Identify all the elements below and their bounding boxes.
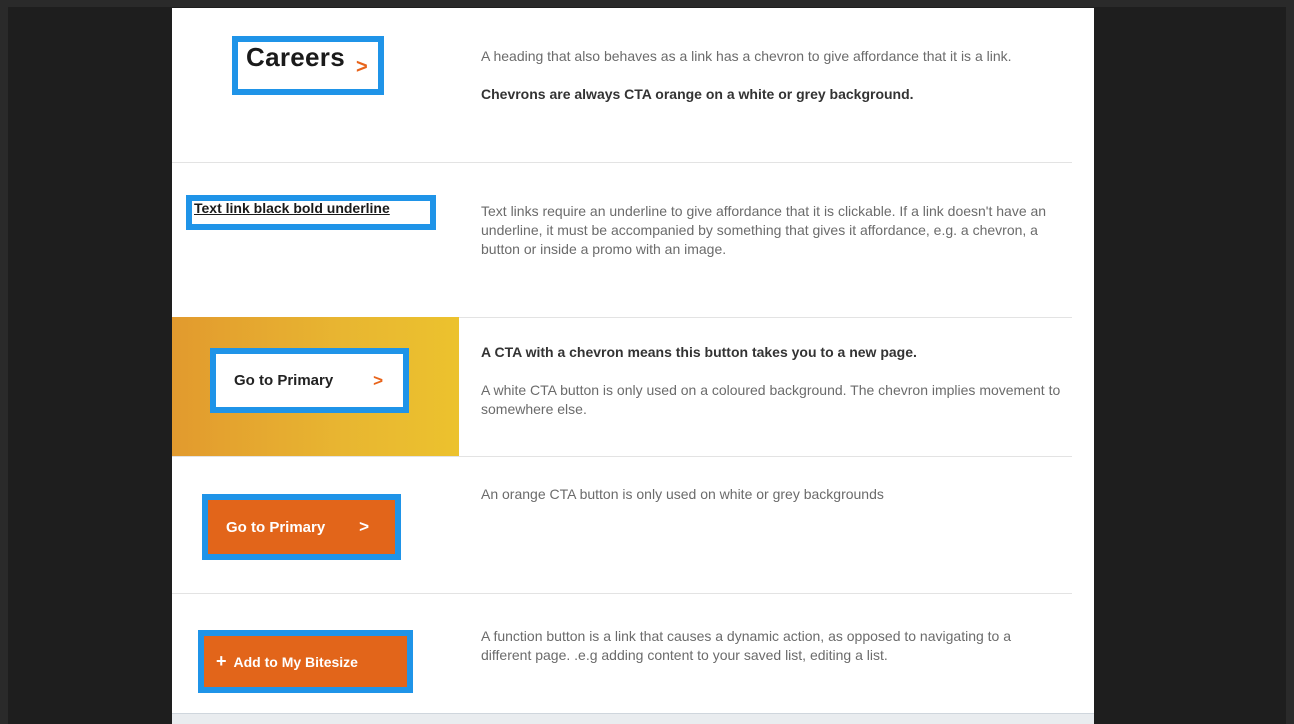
highlight-box-function-button: + Add to My Bitesize <box>198 630 413 693</box>
row-heading-link: Careers > A heading that also behaves as… <box>172 8 1072 163</box>
careers-heading-link[interactable]: Careers <box>246 42 345 73</box>
highlight-box-careers: Careers > <box>232 36 384 95</box>
go-to-primary-orange-button[interactable]: Go to Primary > <box>208 500 395 554</box>
row-function-button-example: + Add to My Bitesize <box>172 593 459 714</box>
row-orange-cta-text: An orange CTA button is only used on whi… <box>481 485 1061 504</box>
heading-link-description: A heading that also behaves as a link ha… <box>481 48 1012 64</box>
text-link-description: Text links require an underline to give … <box>481 203 1047 257</box>
chevron-right-icon: > <box>373 370 383 390</box>
row-function-button: + Add to My Bitesize A function button i… <box>172 593 1072 714</box>
highlight-box-orange-cta: Go to Primary > <box>202 494 401 560</box>
white-cta-description: A white CTA button is only used on a col… <box>481 382 1061 417</box>
orange-cta-description: An orange CTA button is only used on whi… <box>481 486 884 502</box>
row-orange-cta-example: Go to Primary > <box>172 456 459 593</box>
function-button-description: A function button is a link that causes … <box>481 628 1012 663</box>
gradient-background: Go to Primary > <box>172 317 459 456</box>
row-white-cta-text: A CTA with a chevron means this button t… <box>481 343 1061 419</box>
row-text-link: Text link black bold underline Text link… <box>172 162 1072 318</box>
orange-cta-label: Go to Primary <box>226 518 326 536</box>
row-orange-cta: Go to Primary > An orange CTA button is … <box>172 456 1072 594</box>
sheet-bottom-divider <box>172 713 1094 724</box>
white-cta-heading: A CTA with a chevron means this button t… <box>481 344 917 360</box>
chevron-right-icon: > <box>356 56 368 78</box>
chevron-colour-note: Chevrons are always CTA orange on a whit… <box>481 86 914 102</box>
row-text-link-text: Text links require an underline to give … <box>481 202 1061 259</box>
white-cta-label: Go to Primary <box>234 372 334 389</box>
row-function-button-text: A function button is a link that causes … <box>481 627 1061 665</box>
row-heading-link-example: Careers > <box>172 8 459 162</box>
row-text-link-example: Text link black bold underline <box>172 162 459 317</box>
row-white-cta: Go to Primary > A CTA with a chevron mea… <box>172 317 1072 457</box>
highlight-box-text-link: Text link black bold underline <box>186 195 436 230</box>
function-button-label: Add to My Bitesize <box>233 653 358 670</box>
add-to-my-bitesize-button[interactable]: + Add to My Bitesize <box>204 636 407 687</box>
plus-icon: + <box>216 651 227 671</box>
highlight-box-white-cta: Go to Primary > <box>210 348 409 413</box>
text-link-example[interactable]: Text link black bold underline <box>194 200 390 216</box>
style-guide-sheet: Careers > A heading that also behaves as… <box>172 8 1094 724</box>
chevron-right-icon: > <box>359 517 369 536</box>
row-heading-link-text: A heading that also behaves as a link ha… <box>481 47 1061 104</box>
go-to-primary-white-button[interactable]: Go to Primary > <box>216 354 403 407</box>
